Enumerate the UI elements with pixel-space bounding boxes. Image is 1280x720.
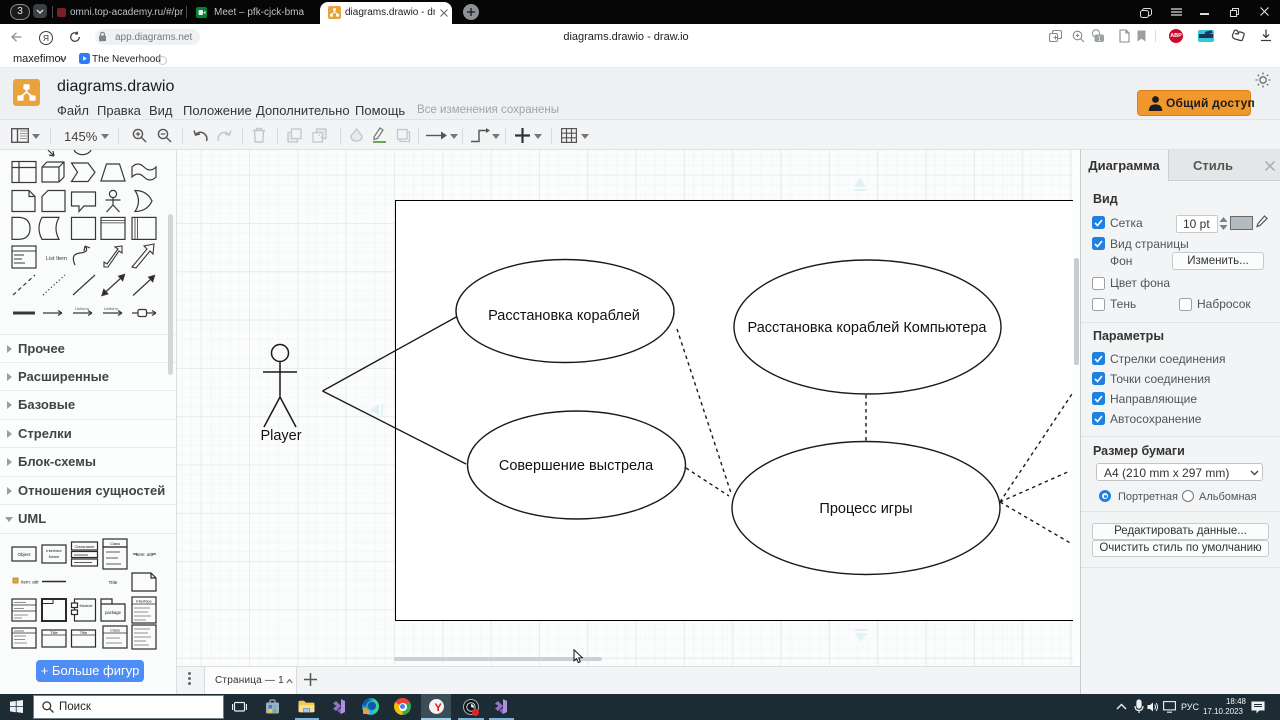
svg-text:Совершение выстрела: Совершение выстрела <box>499 458 654 474</box>
svg-text:Classname: Classname <box>74 544 95 549</box>
svg-text:List Item: List Item <box>46 256 67 262</box>
svg-text:Object: Object <box>17 552 31 557</box>
svg-text:Uniform: Uniform <box>104 306 119 311</box>
svg-text:Расстановка кораблей Компьютер: Расстановка кораблей Компьютера <box>748 320 988 336</box>
svg-text:Расстановка кораблей: Расстановка кораблей <box>488 308 640 324</box>
svg-text:Interface: Interface <box>46 548 62 553</box>
svg-text:Module: Module <box>79 603 93 608</box>
svg-text:Item: attr: Item: attr <box>21 580 39 585</box>
svg-text:Uniform: Uniform <box>75 306 90 311</box>
svg-text:Title: Title <box>80 630 88 635</box>
svg-text:Title: Title <box>109 580 118 586</box>
svg-text:Class: Class <box>110 628 120 633</box>
svg-text:Title: Title <box>50 630 58 635</box>
svg-text:Interface: Interface <box>136 599 152 604</box>
svg-text:Name: Name <box>49 554 60 559</box>
svg-text:Player: Player <box>260 428 301 444</box>
svg-text:Item: attr: Item: attr <box>136 552 154 557</box>
svg-text:package: package <box>105 610 122 615</box>
svg-text:Class: Class <box>110 541 120 546</box>
svg-text:Процесс игры: Процесс игры <box>819 501 912 517</box>
